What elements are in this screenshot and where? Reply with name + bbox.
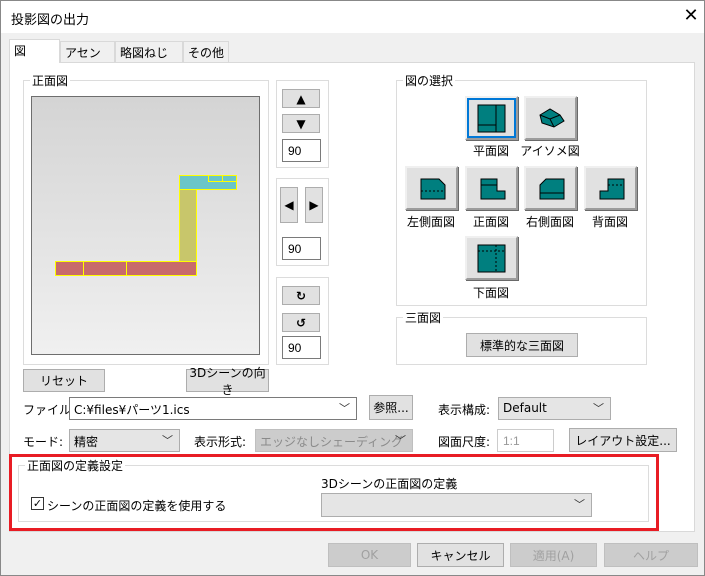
scene-front-select[interactable]: ﹀ [321, 493, 592, 517]
view-label: 背面図 [591, 215, 628, 229]
preview-canvas[interactable] [31, 96, 260, 355]
chevron-down-icon: ﹀ [593, 402, 604, 415]
dialog-window: 投影図の出力 ✕ 図 アセンブリ 略図ねじ山 その他 正面図 ▲ ▼ ◀ ▶ ↻… [0, 0, 705, 576]
help-button[interactable]: ヘルプ [604, 543, 698, 567]
view-bottom-button[interactable] [465, 236, 518, 280]
ok-button[interactable]: OK [328, 543, 411, 567]
rotate-down-button[interactable]: ▼ [282, 114, 320, 133]
view-label: 下面図 [472, 286, 509, 300]
rotate-clockwise-icon: ↻ [295, 288, 307, 303]
browse-button[interactable]: 参照... [369, 395, 413, 420]
right-view-icon [539, 178, 565, 200]
rotate-up-button[interactable]: ▲ [282, 89, 320, 108]
chevron-down-icon: ﹀ [162, 434, 173, 447]
layout-settings-button[interactable]: レイアウト設定... [569, 428, 677, 452]
display-config-value: Default [503, 401, 547, 415]
part-top [179, 175, 237, 190]
view-front-button[interactable] [465, 166, 518, 210]
display-config-select[interactable]: Default ﹀ [498, 397, 611, 420]
rotate-ccw-button[interactable]: ↺ [282, 313, 320, 332]
display-format-select[interactable]: エッジなしシェーディング ﹀ [255, 429, 413, 452]
horizontal-angle-input[interactable] [282, 237, 321, 260]
triangle-right-icon: ▶ [309, 198, 319, 212]
tab-label: 図 [14, 44, 27, 58]
view-iso-button[interactable] [524, 96, 577, 140]
mode-select[interactable]: 精密 ﹀ [69, 429, 180, 452]
rotate-counterclockwise-icon: ↺ [295, 315, 307, 330]
back-view-icon [599, 178, 625, 200]
scene-front-label: 3Dシーンの正面図の定義 [321, 477, 458, 491]
standard-three-views-button[interactable]: 標準的な三面図 [466, 333, 578, 357]
bottom-view-icon [477, 244, 506, 273]
triangle-left-icon: ◀ [284, 198, 294, 212]
tab-figure[interactable]: 図 [9, 39, 60, 63]
roll-angle-input[interactable] [282, 336, 321, 359]
scene-direction-button[interactable]: 3Dシーンの向き [186, 366, 269, 397]
view-label: アイソメ図 [520, 144, 580, 158]
triangle-up-icon: ▲ [296, 91, 306, 106]
isometric-view-icon [539, 108, 565, 128]
view-back-button[interactable] [584, 166, 637, 210]
file-combobox[interactable]: C:¥files¥パーツ1.ics ﹀ [69, 397, 357, 420]
display-config-label: 表示構成: [438, 403, 491, 417]
part-base [55, 261, 197, 276]
view-right-button[interactable] [524, 166, 577, 210]
chevron-down-icon: ﹀ [395, 434, 406, 447]
apply-button[interactable]: 適用(A) [510, 543, 597, 567]
view-top-button[interactable] [465, 96, 518, 140]
front-view-icon [480, 178, 506, 200]
reset-button[interactable]: リセット [23, 369, 105, 392]
scale-input[interactable] [497, 429, 554, 452]
cancel-button[interactable]: キャンセル [417, 543, 504, 567]
rotate-cw-button[interactable]: ↻ [282, 286, 320, 305]
checkmark-icon: ✓ [32, 497, 43, 510]
group-label: 正面図の定義設定 [25, 457, 126, 474]
view-left-button[interactable] [405, 166, 458, 210]
rotate-left-button[interactable]: ◀ [280, 187, 298, 223]
use-scene-front-checkbox[interactable]: ✓ [31, 497, 44, 510]
file-value: C:¥files¥パーツ1.ics [74, 403, 190, 417]
chevron-down-icon: ﹀ [574, 498, 585, 511]
scale-label: 図面尺度: [438, 435, 491, 449]
part-column [179, 189, 197, 262]
checkbox-label: シーンの正面図の定義を使用する [47, 499, 227, 513]
display-format-value: エッジなしシェーディング [260, 435, 404, 449]
left-view-icon [420, 178, 446, 200]
tab-label: その他 [188, 46, 225, 60]
group-label: 三面図 [403, 309, 444, 326]
group-label: 図の選択 [403, 72, 456, 89]
triangle-down-icon: ▼ [296, 116, 306, 131]
file-label: ファイル: [23, 403, 76, 417]
tab-thread[interactable]: 略図ねじ山 [115, 41, 183, 77]
display-format-label: 表示形式: [194, 435, 247, 449]
mode-value: 精密 [74, 435, 99, 449]
window-title: 投影図の出力 [11, 13, 90, 28]
rotate-right-button[interactable]: ▶ [305, 187, 323, 223]
chevron-down-icon: ﹀ [339, 402, 350, 415]
title-bar: 投影図の出力 ✕ [1, 1, 704, 33]
close-icon[interactable]: ✕ [681, 5, 701, 26]
top-view-icon [477, 104, 506, 133]
tab-other[interactable]: その他 [183, 41, 229, 62]
mode-label: モード: [23, 435, 64, 449]
group-label: 正面図 [30, 72, 71, 89]
tab-assembly[interactable]: アセンブリ [60, 41, 115, 77]
vertical-angle-input[interactable] [282, 139, 321, 162]
